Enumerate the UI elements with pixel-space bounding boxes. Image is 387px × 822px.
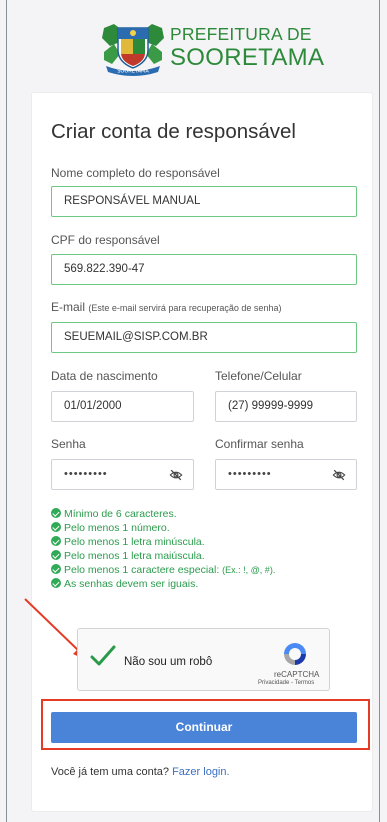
password-rule-text: As senhas devem ser iguais. [64,578,199,590]
password-label: Senha [51,437,86,451]
password-rule-item: As senhas devem ser iguais. [51,578,198,590]
phone-label: Telefone/Celular [215,369,302,383]
login-link[interactable]: Fazer login. [172,766,229,778]
check-circle-icon [51,522,61,532]
email-label-note: (Este e-mail servirá para recuperação de… [88,303,282,313]
check-circle-icon [51,550,61,560]
birthdate-label: Data de nascimento [51,369,158,383]
phone-input[interactable]: (27) 99999-9999 [215,391,357,422]
svg-text:SOORETAMA: SOORETAMA [117,69,149,75]
check-circle-icon [51,536,61,546]
page-title: Criar conta de responsável [51,120,296,143]
eye-slash-icon[interactable] [332,468,346,482]
confirm-password-value: ••••••••• [228,468,272,480]
window-frame-right [379,0,380,822]
confirm-password-input[interactable]: ••••••••• [215,459,357,490]
cpf-label: CPF do responsável [51,233,160,247]
password-rule-item: Pelo menos 1 número. [51,522,170,534]
check-circle-icon [51,564,61,574]
email-label-text: E-mail [51,300,86,314]
confirm-password-label: Confirmar senha [215,437,304,451]
recaptcha-terms-link[interactable]: Privacidade - Termos [258,680,314,686]
password-rule-item: Pelo menos 1 letra minúscula. [51,536,205,548]
name-label: Nome completo do responsável [51,166,220,180]
password-rule-item: Mínimo de 6 caracteres. [51,508,177,520]
logo-title-line2: SOORETAMA [170,44,325,71]
password-input[interactable]: ••••••••• [51,459,194,490]
password-rule-item: Pelo menos 1 letra maiúscula. [51,550,205,562]
window-frame-left [6,0,7,822]
eye-slash-icon[interactable] [169,468,183,482]
checkmark-icon[interactable] [90,643,116,669]
prefeitura-logo: SOORETAMA PREFEITURA DE SOORETAMA [100,20,324,78]
recaptcha-brand: reCAPTCHA [274,670,320,679]
email-label: E-mail (Este e-mail servirá para recuper… [51,300,281,314]
login-prompt: Você já tem uma conta? Fazer login. [51,766,230,778]
recaptcha-logo-icon [284,643,306,665]
recaptcha-label: Não sou um robô [124,656,213,668]
recaptcha-widget: Não sou um robô reCAPTCHA Privacidade - … [77,628,330,691]
municipal-crest-icon: SOORETAMA [102,24,164,76]
check-circle-icon [51,578,61,588]
login-prompt-text: Você já tem uma conta? [51,766,170,778]
birthdate-input[interactable]: 01/01/2000 [51,391,194,422]
password-rule-text: Pelo menos 1 letra minúscula. [64,536,205,548]
check-circle-icon [51,508,61,518]
name-input[interactable]: RESPONSÁVEL MANUAL [51,186,357,217]
continue-button[interactable]: Continuar [51,712,357,743]
password-rule-item: Pelo menos 1 caractere especial: (Ex.: !… [51,564,275,576]
email-input[interactable]: SEUEMAIL@SISP.COM.BR [51,322,357,353]
cpf-input[interactable]: 569.822.390-47 [51,254,357,285]
password-rule-text: Pelo menos 1 caractere especial: [64,564,220,576]
password-rule-note: (Ex.: !, @, #). [222,565,276,575]
password-value: ••••••••• [64,468,108,480]
password-rule-text: Pelo menos 1 número. [64,522,170,534]
logo-title-line1: PREFEITURA DE [170,24,312,44]
password-rule-text: Pelo menos 1 letra maiúscula. [64,550,205,562]
password-rule-text: Mínimo de 6 caracteres. [64,508,177,520]
